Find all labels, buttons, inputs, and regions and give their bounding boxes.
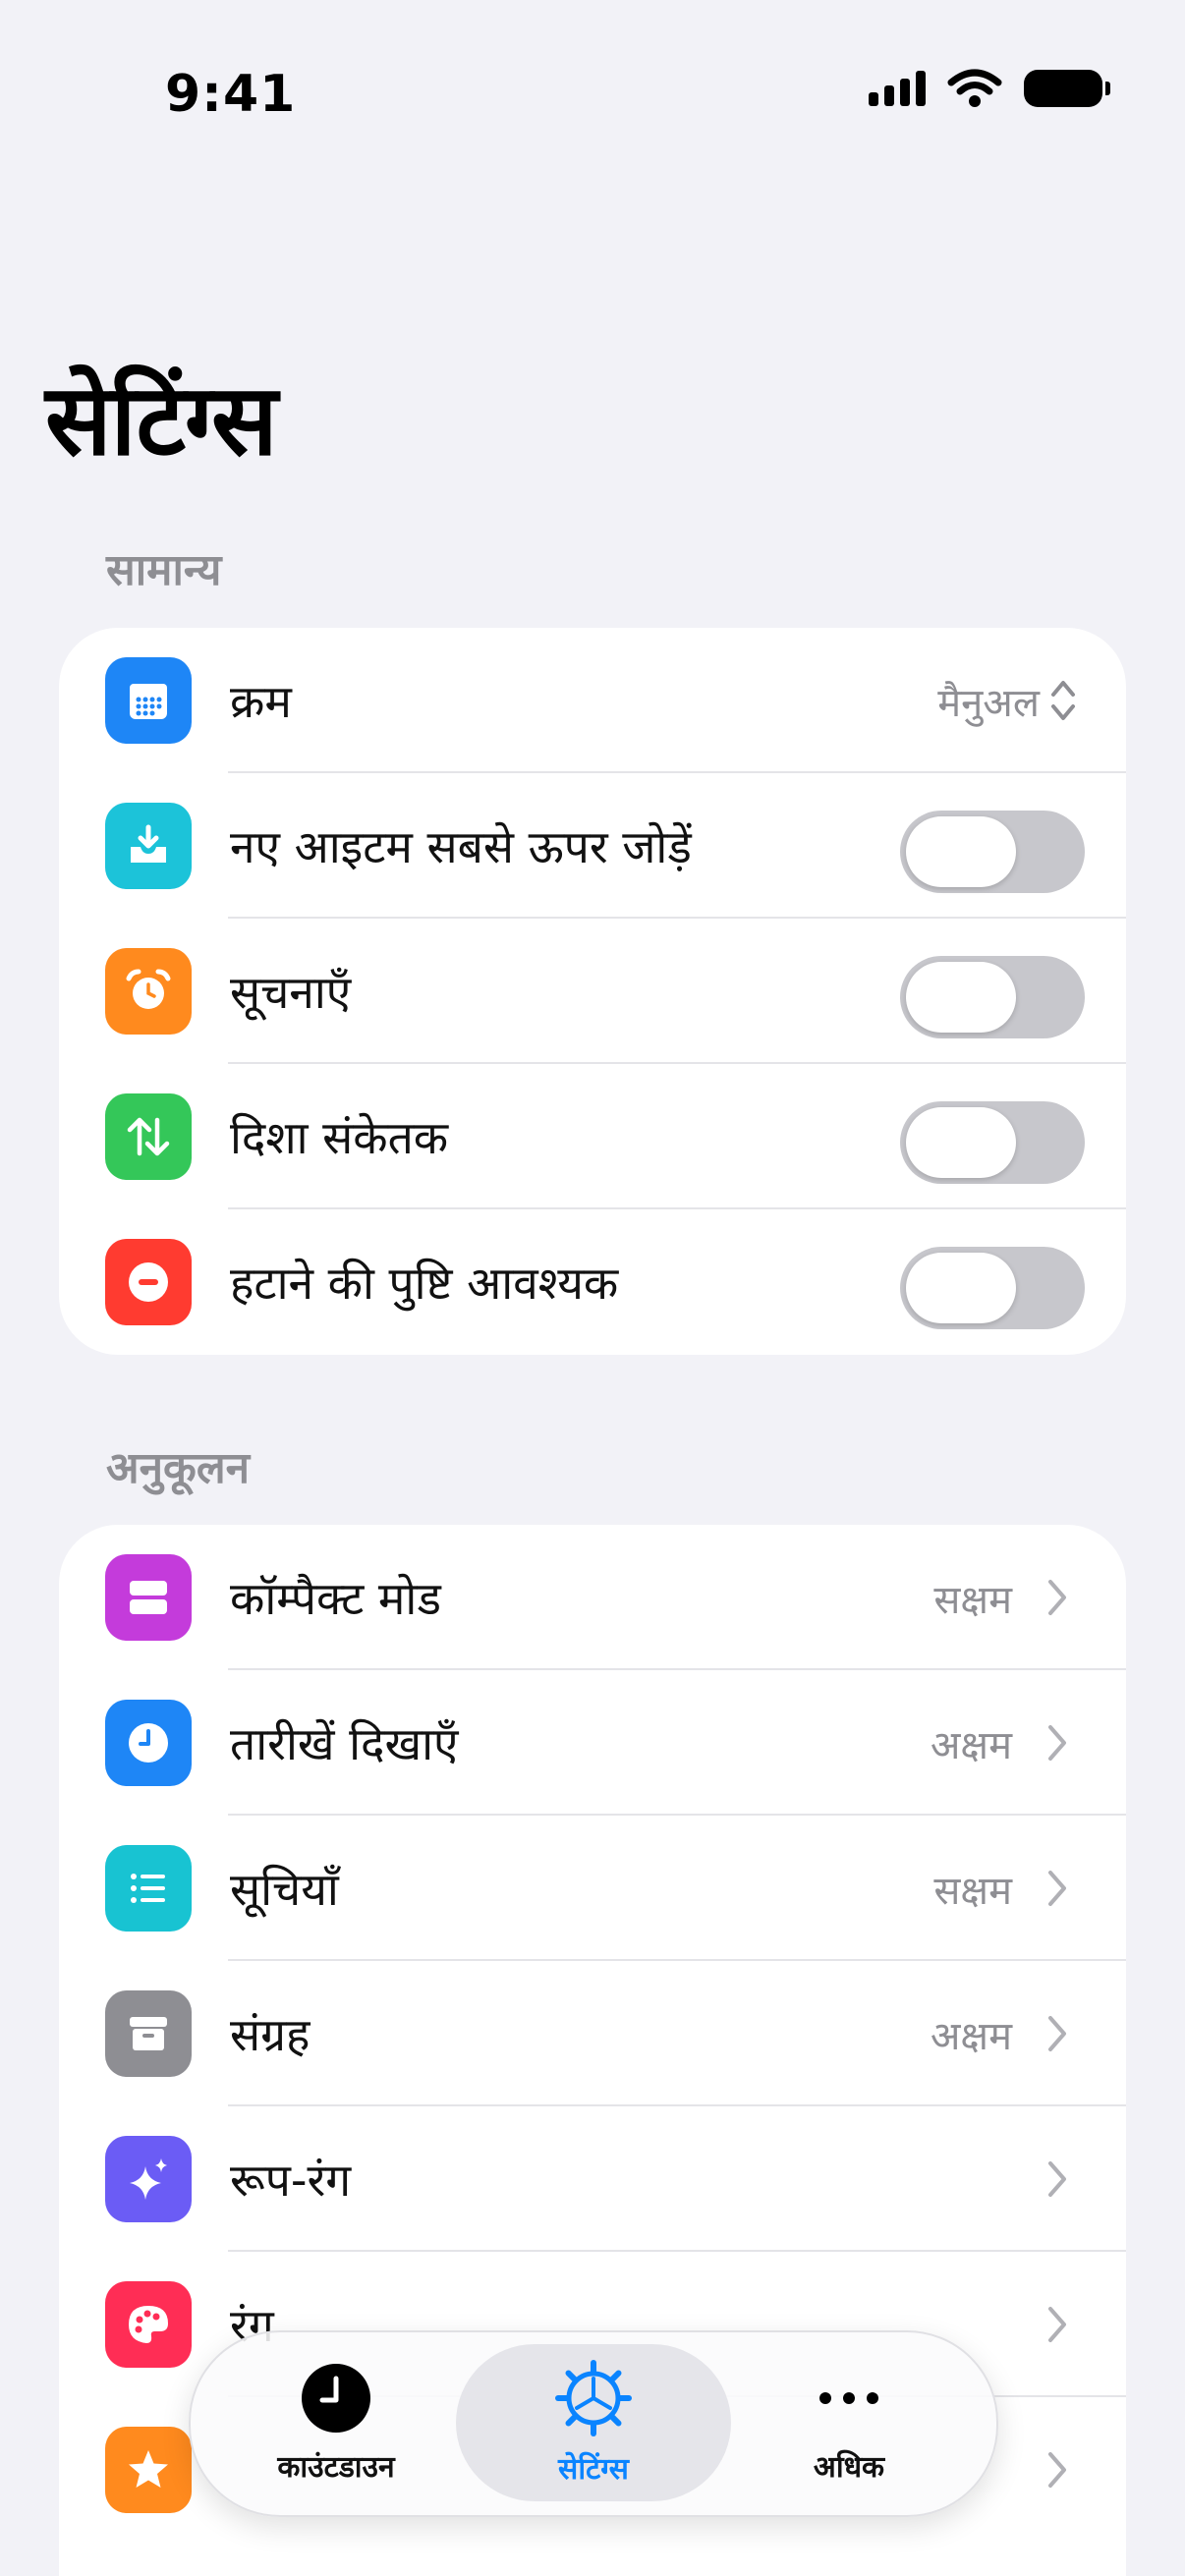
row-notifications: सूचनाएँ xyxy=(59,919,1126,1064)
page-title: सेटिंग्स xyxy=(45,363,278,477)
star-icon xyxy=(105,2427,192,2513)
ellipsis-icon xyxy=(819,2391,878,2404)
row-confirm-delete: हटाने की पुष्टि आवश्यक xyxy=(59,1209,1126,1355)
status-time: 9:41 xyxy=(165,65,297,124)
row-order[interactable]: क्रम मैनुअल xyxy=(59,628,1126,773)
gear-icon xyxy=(555,2359,632,2436)
stacked-rows-icon xyxy=(105,1554,192,1641)
row-value: सक्षम xyxy=(933,1577,1012,1623)
chevron-right-icon xyxy=(1048,2452,1066,2488)
row-label: रूप-रंग xyxy=(230,2154,352,2207)
row-value: अक्षम xyxy=(930,1722,1012,1768)
tab-label: सेटिंग्स xyxy=(558,2451,629,2487)
section-title-general: सामान्य xyxy=(106,545,222,595)
clock-icon xyxy=(302,2363,370,2433)
row-label: कॉम्पैक्ट मोड xyxy=(230,1572,441,1625)
sparkles-icon xyxy=(105,2136,192,2222)
row-value: अक्षम xyxy=(930,2013,1012,2059)
tab-settings[interactable]: सेटिंग्स xyxy=(456,2344,731,2501)
notifications-toggle[interactable] xyxy=(900,956,1085,1038)
palette-icon xyxy=(105,2281,192,2368)
chevron-right-icon xyxy=(1048,1871,1066,1906)
confirm-delete-toggle[interactable] xyxy=(900,1247,1085,1329)
chevron-right-icon xyxy=(1048,1725,1066,1761)
chevron-right-icon xyxy=(1048,2161,1066,2197)
status-bar: 9:41 xyxy=(0,0,1185,187)
general-settings-card: क्रम मैनुअल नए आइटम सबसे ऊपर जोड़ें सूचन… xyxy=(59,628,1126,1355)
row-label: क्रम xyxy=(230,675,292,728)
chevron-right-icon xyxy=(1048,2016,1066,2051)
tab-bar: काउंटडाउन सेटिंग्स अधिक xyxy=(189,2330,998,2517)
row-label: सूचनाएँ xyxy=(230,966,352,1019)
row-label: सूचियाँ xyxy=(230,1863,339,1916)
row-add-top: नए आइटम सबसे ऊपर जोड़ें xyxy=(59,773,1126,919)
row-direction: दिशा संकेतक xyxy=(59,1064,1126,1209)
status-icons xyxy=(869,69,1110,108)
row-label: नए आइटम सबसे ऊपर जोड़ें xyxy=(230,820,692,873)
row-value: सक्षम xyxy=(933,1868,1012,1914)
row-compact-mode[interactable]: कॉम्पैक्ट मोड सक्षम xyxy=(59,1525,1126,1670)
minus-circle-icon xyxy=(105,1239,192,1325)
tray-download-icon xyxy=(105,803,192,889)
row-label: दिशा संकेतक xyxy=(230,1111,449,1164)
chevron-right-icon xyxy=(1048,1580,1066,1615)
direction-toggle[interactable] xyxy=(900,1101,1085,1184)
clock-icon xyxy=(105,1700,192,1786)
sort-value[interactable]: मैनुअल xyxy=(937,674,1040,728)
row-label: संग्रह xyxy=(230,2008,310,2061)
tab-label: अधिक xyxy=(813,2449,885,2485)
list-icon xyxy=(105,1845,192,1932)
row-label: हटाने की पुष्टि आवश्यक xyxy=(230,1257,619,1310)
row-appearance[interactable]: रूप-रंग xyxy=(59,2106,1126,2252)
wifi-icon xyxy=(947,69,1002,107)
up-down-arrows-icon xyxy=(105,1093,192,1180)
battery-icon xyxy=(1024,70,1110,107)
tab-countdown[interactable]: काउंटडाउन xyxy=(244,2344,428,2501)
row-lists[interactable]: सूचियाँ सक्षम xyxy=(59,1816,1126,1961)
calendar-grid-icon xyxy=(105,657,192,744)
tab-label: काउंटडाउन xyxy=(277,2449,395,2485)
chevron-right-icon xyxy=(1048,2307,1066,2342)
row-archive[interactable]: संग्रह अक्षम xyxy=(59,1961,1126,2106)
chevron-up-down-icon xyxy=(1051,681,1075,720)
archive-box-icon xyxy=(105,1990,192,2077)
alarm-clock-icon xyxy=(105,948,192,1035)
cellular-signal-icon xyxy=(869,71,926,106)
section-title-custom: अनुकूलन xyxy=(106,1443,251,1493)
add-top-toggle[interactable] xyxy=(900,811,1085,893)
tab-more[interactable]: अधिक xyxy=(757,2344,941,2501)
row-show-dates[interactable]: तारीखें दिखाएँ अक्षम xyxy=(59,1670,1126,1816)
row-label: तारीखें दिखाएँ xyxy=(230,1717,459,1770)
